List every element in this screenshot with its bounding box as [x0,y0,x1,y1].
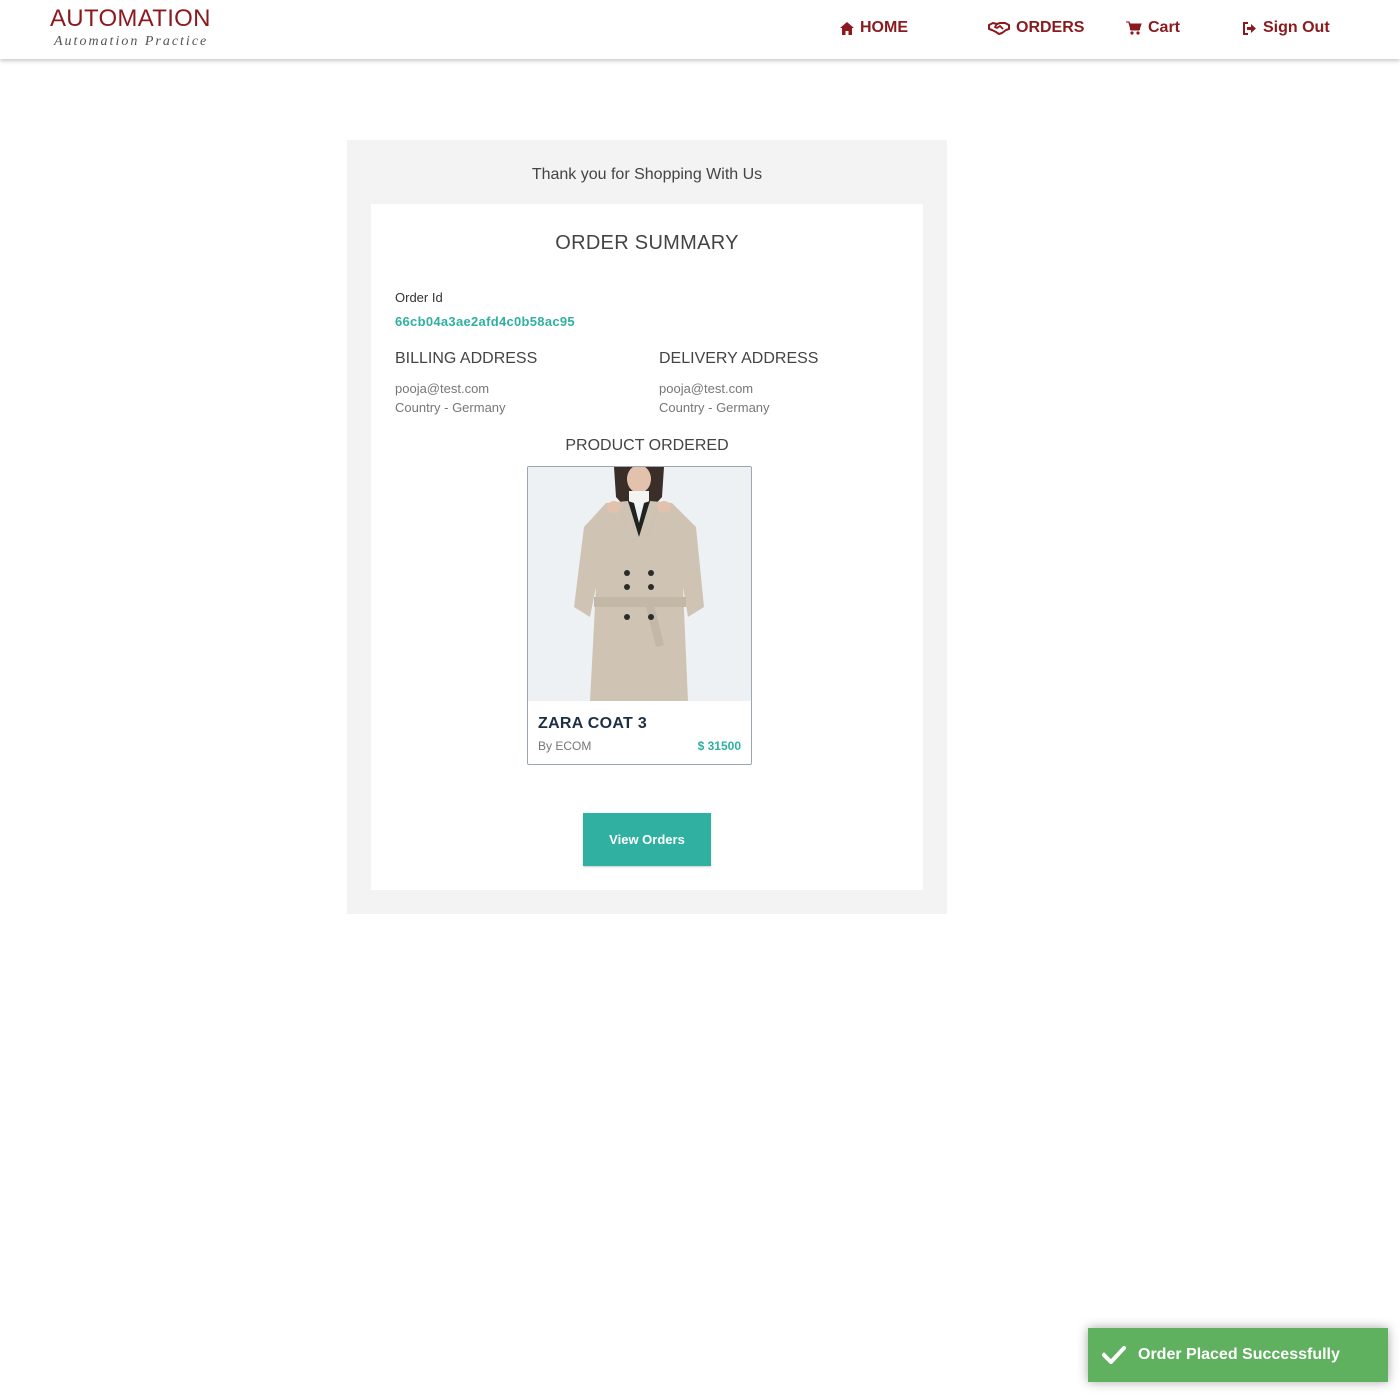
navbar: AUTOMATION Automation Practice HOME ORDE… [0,0,1400,59]
nav-signout-label: Sign Out [1263,19,1330,36]
order-id-value[interactable]: 66cb04a3ae2afd4c0b58ac95 [395,314,575,329]
order-summary-card: ORDER SUMMARY Order Id 66cb04a3ae2afd4c0… [371,204,923,890]
billing-country: Country - Germany [395,400,506,415]
success-toast[interactable]: Order Placed Successfully [1088,1328,1388,1382]
product-card[interactable]: ZARA COAT 3 By ECOM $ 31500 [527,466,752,765]
delivery-country: Country - Germany [659,400,770,415]
brand-logo[interactable]: AUTOMATION Automation Practice [50,5,211,51]
billing-address-title: BILLING ADDRESS [395,350,538,367]
nav-orders-button[interactable]: ORDERS [988,17,1084,39]
order-id-label: Order Id [395,290,443,305]
product-image [528,467,751,701]
nav-cart-label: Cart [1148,19,1181,36]
product-ordered-title: PRODUCT ORDERED [565,437,729,454]
toast-message: Order Placed Successfully [1138,1346,1340,1363]
delivery-address-title: DELIVERY ADDRESS [659,350,819,367]
handshake-icon [988,22,1010,35]
nav-home-label: HOME [860,19,908,36]
brand-title: AUTOMATION [50,5,211,32]
sign-out-icon [1243,21,1256,35]
nav-home-button[interactable]: HOME [840,17,908,39]
order-confirmation-panel: Thank you for Shopping With Us ORDER SUM… [347,140,947,914]
product-vendor: By ECOM [538,739,592,753]
thank-you-message: Thank you for Shopping With Us [531,166,763,183]
product-price: $ 31500 [697,739,741,753]
product-name: ZARA COAT 3 [538,715,648,732]
billing-email: pooja@test.com [395,381,490,396]
home-icon [840,21,854,35]
order-summary-title: ORDER SUMMARY [555,232,739,254]
delivery-email: pooja@test.com [659,381,754,396]
check-icon [1102,1346,1126,1364]
nav-signout-button[interactable]: Sign Out [1243,17,1330,39]
brand-subtitle: Automation Practice [54,34,209,49]
cart-icon [1126,21,1142,35]
nav-cart-button[interactable]: Cart [1126,17,1180,39]
view-orders-button[interactable]: View Orders [583,813,711,866]
nav-orders-label: ORDERS [1016,19,1085,36]
